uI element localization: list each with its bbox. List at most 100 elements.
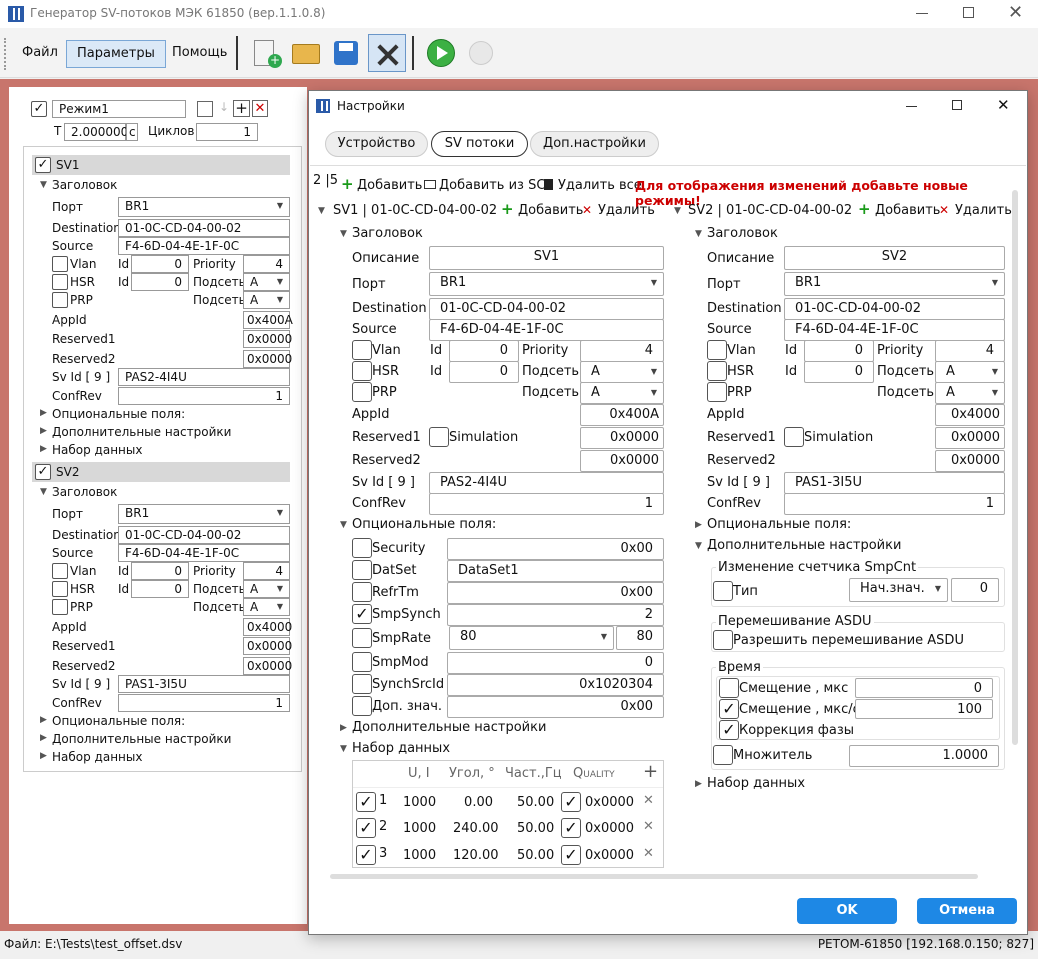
row-angle[interactable]: 120.00: [453, 848, 499, 863]
sv2-hsr-id-field[interactable]: 0: [804, 361, 874, 383]
mode-checkbox[interactable]: ✓: [31, 101, 47, 117]
sv2-hsr-checkbox[interactable]: [707, 361, 727, 381]
maximize-icon[interactable]: [963, 7, 974, 18]
offset-rate-field[interactable]: 100: [855, 699, 993, 719]
dataset-item[interactable]: Набор данных: [52, 750, 142, 764]
copy-icon[interactable]: [197, 101, 213, 117]
open-folder-icon[interactable]: [287, 34, 325, 72]
add-icon[interactable]: +: [233, 100, 250, 117]
row-quality[interactable]: 0x0000: [585, 848, 634, 863]
collapse-icon[interactable]: ▼: [695, 541, 702, 551]
sv1-source-field[interactable]: F4-6D-04-4E-1F-0C: [118, 237, 290, 255]
sv1-delete-button[interactable]: Удалить: [598, 203, 655, 218]
refrtm-field[interactable]: 0x00: [447, 582, 664, 604]
sv2-priority-field[interactable]: 4: [243, 562, 290, 580]
delete-all-button[interactable]: Удалить все: [558, 178, 642, 193]
sv1-appid-field[interactable]: 0x400A: [243, 311, 293, 329]
expand-icon[interactable]: ▶: [40, 426, 47, 436]
sv1-reserved1-field[interactable]: 0x0000: [243, 330, 292, 348]
synchsrcid-checkbox[interactable]: [352, 674, 372, 694]
sv1-reserved2-field[interactable]: 0x0000: [243, 350, 292, 368]
collapse-icon[interactable]: ▼: [40, 487, 47, 497]
dataset-item[interactable]: Набор данных: [52, 443, 142, 457]
row-ui[interactable]: 1000: [403, 821, 436, 836]
row-freq[interactable]: 50.00: [517, 821, 554, 836]
sv2-source-field[interactable]: F4-6D-04-4E-1F-0C: [118, 544, 290, 562]
sv2-confrev-field[interactable]: 1: [118, 694, 290, 712]
play-icon[interactable]: [422, 34, 460, 72]
dialog-maximize-icon[interactable]: [952, 100, 962, 110]
sv2-port-select[interactable]: BR1: [784, 272, 1005, 296]
dataset-field[interactable]: DataSet1: [447, 560, 664, 582]
row-angle[interactable]: 240.00: [453, 821, 499, 836]
sv2-simulation-checkbox[interactable]: [784, 427, 804, 447]
trash-icon[interactable]: [544, 179, 553, 190]
smpmod-checkbox[interactable]: [352, 652, 372, 672]
delete-icon[interactable]: ✕: [939, 203, 949, 217]
sv1-hsr-subnet-select[interactable]: A: [243, 273, 290, 291]
sv1-vlan-checkbox[interactable]: [52, 256, 68, 272]
asdu-allow-checkbox[interactable]: [713, 630, 733, 650]
sv2-prp-checkbox[interactable]: [707, 382, 727, 402]
smpcnt-type-select[interactable]: Нач.знач.: [849, 578, 948, 602]
folder-icon[interactable]: [424, 180, 436, 189]
sv2-hsr-subnet-select[interactable]: A: [935, 361, 1005, 383]
extra-value-field[interactable]: 0x00: [447, 696, 664, 718]
smpmod-field[interactable]: 0: [447, 652, 664, 674]
sv1-prp-subnet-select[interactable]: A: [243, 291, 290, 309]
delete-row-icon[interactable]: ✕: [643, 793, 654, 808]
sv2-appid-field[interactable]: 0x4000: [935, 404, 1005, 426]
smprate-checkbox[interactable]: [352, 628, 372, 648]
add-icon[interactable]: +: [858, 200, 871, 218]
sv2-vlan-checkbox[interactable]: [52, 563, 68, 579]
tab-sv-streams[interactable]: SV потоки: [431, 131, 528, 157]
sv2-reserved1-field[interactable]: 0x0000: [935, 427, 1005, 449]
expand-icon[interactable]: ▶: [40, 444, 47, 454]
expand-icon[interactable]: ▶: [40, 733, 47, 743]
sv1-svid-field[interactable]: PAS2-4I4U: [118, 368, 290, 386]
delete-icon[interactable]: ✕: [252, 100, 268, 117]
quality-checkbox[interactable]: ✓: [561, 818, 581, 838]
sv1-hsr-checkbox[interactable]: [52, 274, 68, 290]
smpcnt-value-field[interactable]: 0: [951, 578, 999, 602]
quality-checkbox[interactable]: ✓: [561, 845, 581, 865]
sv2-reserved2-field[interactable]: 0x0000: [243, 657, 292, 675]
sv1-hsr-subnet-select[interactable]: A: [580, 361, 664, 383]
row-ui[interactable]: 1000: [403, 848, 436, 863]
sv2-prp-subnet-select[interactable]: A: [243, 598, 290, 616]
row-freq[interactable]: 50.00: [517, 848, 554, 863]
row-quality[interactable]: 0x0000: [585, 795, 634, 810]
sv1-confrev-field[interactable]: 1: [118, 387, 290, 405]
expand-icon[interactable]: ▶: [40, 751, 47, 761]
sv2-vlan-id-field[interactable]: 0: [131, 562, 189, 580]
sv2-svid-field[interactable]: PAS1-3I5U: [118, 675, 290, 693]
sv1-hsr-id-field[interactable]: 0: [449, 361, 519, 383]
sv2-hsr-checkbox[interactable]: [52, 581, 68, 597]
sv2-appid-field[interactable]: 0x4000: [243, 618, 292, 636]
delete-row-icon[interactable]: ✕: [643, 846, 654, 861]
sv2-add-button[interactable]: Добавить: [875, 203, 940, 218]
smpsynch-checkbox[interactable]: ✓: [352, 604, 372, 624]
sv1-destination-field[interactable]: 01-0C-CD-04-00-02: [118, 219, 290, 237]
add-row-icon[interactable]: +: [643, 761, 658, 782]
optional-fields-item[interactable]: Опциональные поля:: [52, 407, 185, 421]
mode-name-field[interactable]: Режим1: [52, 100, 186, 118]
cancel-button[interactable]: Отмена: [917, 898, 1017, 924]
dataset-checkbox[interactable]: [352, 560, 372, 580]
sv1-hsr-checkbox[interactable]: [352, 361, 372, 381]
optional-fields-item[interactable]: Опциональные поля:: [707, 517, 851, 532]
phase-correction-checkbox[interactable]: ✓: [719, 720, 739, 740]
smpsynch-field[interactable]: 2: [447, 604, 664, 626]
smpcnt-type-checkbox[interactable]: [713, 581, 733, 601]
sv2-confrev-field[interactable]: 1: [784, 493, 1005, 515]
sv1-confrev-field[interactable]: 1: [429, 493, 664, 515]
add-icon[interactable]: +: [501, 200, 514, 218]
sv2-reserved2-field[interactable]: 0x0000: [935, 450, 1005, 472]
expand-icon[interactable]: ▶: [695, 520, 702, 530]
save-icon[interactable]: [326, 34, 364, 72]
sv1-reserved1-field[interactable]: 0x0000: [580, 427, 664, 449]
optional-fields-item[interactable]: Опциональные поля:: [52, 714, 185, 728]
sv1-vlan-id-field[interactable]: 0: [131, 255, 189, 273]
add-icon[interactable]: +: [341, 175, 354, 193]
sv2-port-select[interactable]: BR1: [118, 504, 290, 524]
